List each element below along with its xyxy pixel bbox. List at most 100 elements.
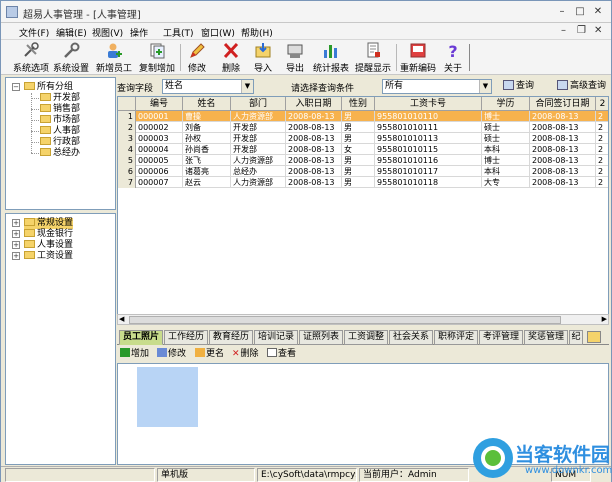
add-photo-button[interactable]: 增加 <box>120 348 149 361</box>
table-cell[interactable]: 张飞 <box>183 155 231 166</box>
table-cell[interactable]: 2008-08-13 <box>530 155 596 166</box>
table-cell[interactable]: 2008-08-13 <box>286 177 342 188</box>
table-cell[interactable]: 男 <box>342 177 375 188</box>
column-header[interactable]: 学历 <box>482 97 530 111</box>
add-employee-button[interactable]: 新增员工 <box>94 41 134 74</box>
table-cell[interactable]: 2008-08-13 <box>286 133 342 144</box>
table-cell[interactable]: 000007 <box>136 177 183 188</box>
view-photo-button[interactable]: 查看 <box>267 348 296 361</box>
menu-help[interactable]: 帮助(H) <box>241 26 273 39</box>
tree-expand-icon[interactable]: + <box>12 252 20 260</box>
menu-operate[interactable]: 操作 <box>130 26 148 39</box>
table-cell[interactable]: 955801010118 <box>375 177 482 188</box>
mdi-close-icon[interactable]: ✕ <box>594 25 602 36</box>
table-row[interactable]: 3 000003 孙权 开发部 2008-08-13 男 955801010113 硕士 200… <box>118 133 608 144</box>
tree-node-dept[interactable]: 人事部 <box>40 126 80 137</box>
table-cell[interactable]: 刘备 <box>183 122 231 133</box>
reminder-display-button[interactable]: 提醒显示 <box>353 41 393 74</box>
table-cell[interactable]: 人力资源部 <box>231 177 286 188</box>
table-cell[interactable]: 955801010113 <box>375 133 482 144</box>
table-cell[interactable]: 男 <box>342 166 375 177</box>
import-button[interactable]: 导入 <box>249 41 277 74</box>
table-cell[interactable]: 本科 <box>482 144 530 155</box>
tree-node-salary-settings[interactable]: 工资设置 <box>24 251 73 262</box>
tab-evaluation[interactable]: 考评管理 <box>479 330 523 345</box>
table-cell[interactable]: 2 <box>596 133 608 144</box>
tab-title-review[interactable]: 职称评定 <box>434 330 478 345</box>
advanced-search-button[interactable]: 高级查询 <box>557 79 606 94</box>
table-row[interactable]: 4 000004 孙尚香 开发部 2008-08-13 女 955801010115 本科 20… <box>118 144 608 155</box>
menu-view[interactable]: 视图(V) <box>92 26 123 39</box>
table-cell[interactable]: 2 <box>596 155 608 166</box>
tree-node-dept[interactable]: 市场部 <box>40 115 80 126</box>
table-cell[interactable]: 人力资源部 <box>231 111 286 122</box>
row-index[interactable]: 1 <box>118 111 136 122</box>
table-row[interactable]: 1 000001 曹操 人力资源部 2008-08-13 男 955801010110 博士 2… <box>118 111 608 122</box>
edit-photo-button[interactable]: 修改 <box>157 348 186 361</box>
table-cell[interactable]: 曹操 <box>183 111 231 122</box>
query-field-select[interactable]: 姓名 ▼ <box>162 79 254 94</box>
tab-training[interactable]: 培训记录 <box>254 330 298 345</box>
tab-employee-photo[interactable]: 员工照片 <box>119 330 163 345</box>
tab-relations[interactable]: 社会关系 <box>389 330 433 345</box>
close-icon[interactable]: ✕ <box>591 5 605 19</box>
table-cell[interactable]: 2008-08-13 <box>530 122 596 133</box>
table-cell[interactable]: 本科 <box>482 166 530 177</box>
scroll-right-icon[interactable]: ▶ <box>602 315 607 323</box>
table-cell[interactable]: 孙权 <box>183 133 231 144</box>
table-cell[interactable]: 开发部 <box>231 122 286 133</box>
minimize-icon[interactable]: – <box>555 5 569 19</box>
table-cell[interactable]: 2 <box>596 122 608 133</box>
table-cell[interactable]: 赵云 <box>183 177 231 188</box>
table-cell[interactable]: 博士 <box>482 155 530 166</box>
table-cell[interactable]: 2008-08-13 <box>530 177 596 188</box>
mdi-restore-icon[interactable]: ❐ <box>577 25 586 36</box>
table-cell[interactable]: 2008-08-13 <box>530 144 596 155</box>
scrollbar-thumb[interactable] <box>129 316 561 324</box>
table-cell[interactable]: 2008-08-13 <box>286 122 342 133</box>
tree-node-dept[interactable]: 开发部 <box>40 93 80 104</box>
table-cell[interactable]: 955801010110 <box>375 111 482 122</box>
row-index[interactable]: 4 <box>118 144 136 155</box>
row-index[interactable]: 7 <box>118 177 136 188</box>
tree-node-cash-bank[interactable]: 现金银行 <box>24 229 73 240</box>
column-header[interactable]: 姓名 <box>183 97 231 111</box>
column-header[interactable]: 工资卡号 <box>375 97 482 111</box>
table-cell[interactable]: 2 <box>596 111 608 122</box>
tab-rewards[interactable]: 奖惩管理 <box>524 330 568 345</box>
table-row[interactable]: 5 000005 张飞 人力资源部 2008-08-13 男 955801010116 博士 2… <box>118 155 608 166</box>
table-cell[interactable]: 2008-08-13 <box>286 166 342 177</box>
tab-salary-adjust[interactable]: 工资调整 <box>344 330 388 345</box>
table-cell[interactable]: 000004 <box>136 144 183 155</box>
column-header[interactable]: 合同签订日期 <box>530 97 596 111</box>
tab-menu-icon[interactable] <box>587 331 601 343</box>
table-cell[interactable]: 000003 <box>136 133 183 144</box>
tree-collapse-icon[interactable]: − <box>12 83 20 91</box>
edit-button[interactable]: 修改 <box>183 41 211 74</box>
table-cell[interactable]: 2008-08-13 <box>530 111 596 122</box>
table-cell[interactable]: 2008-08-13 <box>530 133 596 144</box>
delete-button[interactable]: 删除 <box>217 41 245 74</box>
table-cell[interactable]: 000006 <box>136 166 183 177</box>
tree-expand-icon[interactable]: + <box>12 241 20 249</box>
menu-window[interactable]: 窗口(W) <box>201 26 235 39</box>
table-row[interactable]: 7 000007 赵云 人力资源部 2008-08-13 男 955801010118 大专 2… <box>118 177 608 188</box>
row-index[interactable]: 3 <box>118 133 136 144</box>
recode-button[interactable]: 重新编码 <box>398 41 438 74</box>
table-cell[interactable]: 博士 <box>482 111 530 122</box>
table-cell[interactable]: 2 <box>596 177 608 188</box>
table-cell[interactable]: 2 <box>596 144 608 155</box>
table-cell[interactable]: 2008-08-13 <box>530 166 596 177</box>
mdi-minimize-icon[interactable]: – <box>561 25 566 36</box>
table-cell[interactable]: 男 <box>342 122 375 133</box>
query-condition-select[interactable]: 所有 ▼ <box>382 79 492 94</box>
table-cell[interactable]: 955801010111 <box>375 122 482 133</box>
tree-node-dept[interactable]: 销售部 <box>40 104 80 115</box>
table-cell[interactable]: 2 <box>596 166 608 177</box>
rename-photo-button[interactable]: 更名 <box>195 348 224 361</box>
table-cell[interactable]: 男 <box>342 111 375 122</box>
export-button[interactable]: 导出 <box>281 41 309 74</box>
tree-node-dept[interactable]: 总经办 <box>40 148 80 159</box>
table-row[interactable]: 6 000006 诸葛亮 总经办 2008-08-13 男 955801010117 本科 20… <box>118 166 608 177</box>
tree-expand-icon[interactable]: + <box>12 230 20 238</box>
